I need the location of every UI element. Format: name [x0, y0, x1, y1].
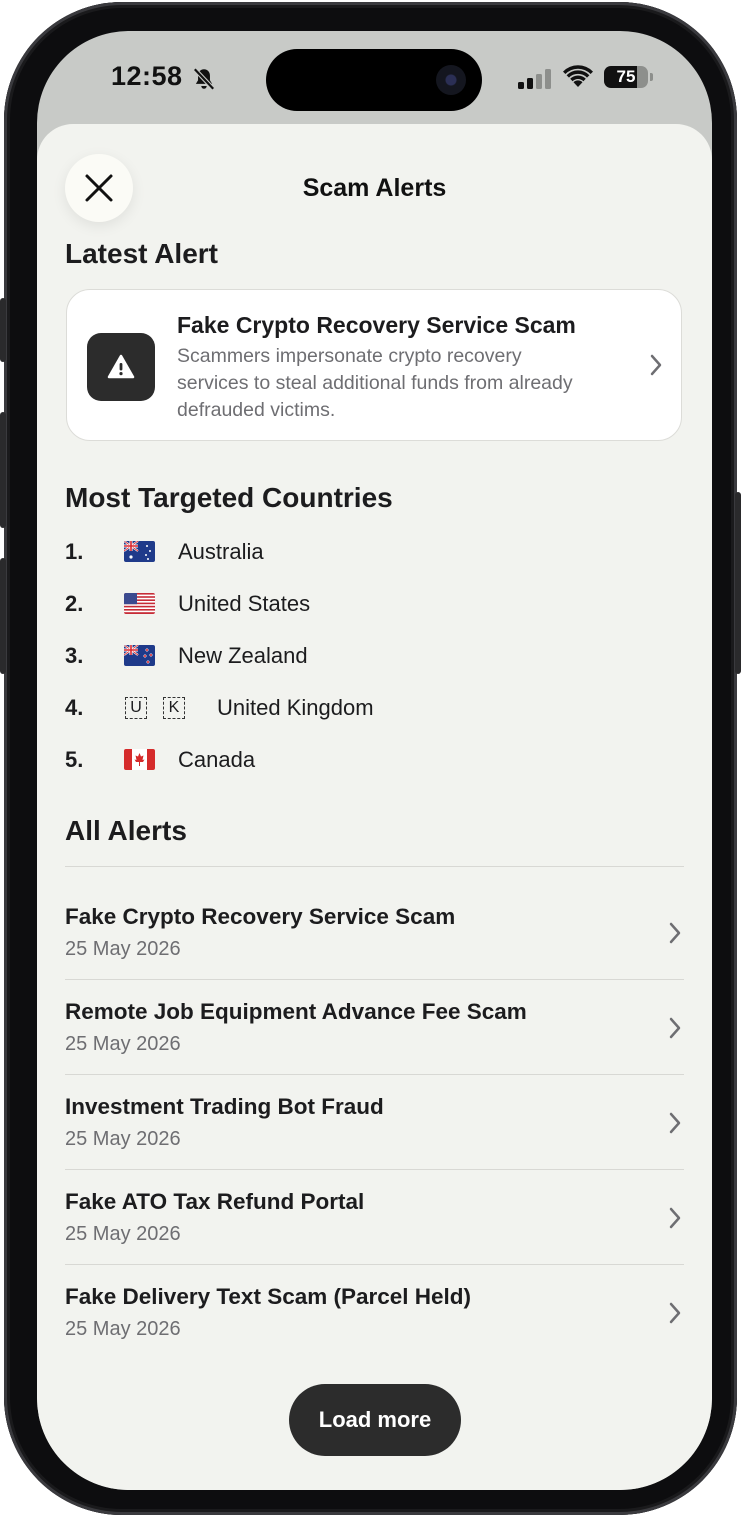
phone-frame: 12:58 75 Scam Alerts Latest Alert Fake C… — [0, 2, 741, 1515]
country-rank: 5. — [65, 747, 84, 772]
alert-title: Remote Job Equipment Advance Fee Scam — [65, 999, 527, 1024]
chevron-right-icon — [669, 1112, 681, 1134]
power-button — [735, 492, 741, 674]
country-name: Canada — [178, 747, 256, 772]
countries-heading: Most Targeted Countries — [65, 482, 393, 513]
status-bar: 12:58 75 — [37, 31, 712, 126]
volume-down-button — [0, 558, 6, 674]
battery-icon: 75 — [604, 66, 648, 88]
alert-list-item[interactable]: Investment Trading Bot Fraud 25 May 2026 — [65, 1094, 684, 1189]
camera-icon — [436, 65, 466, 95]
divider — [65, 866, 684, 867]
alert-title: Fake ATO Tax Refund Portal — [65, 1189, 365, 1214]
alert-list-item[interactable]: Fake ATO Tax Refund Portal 25 May 2026 — [65, 1189, 684, 1284]
alert-date: 25 May 2026 — [65, 1223, 181, 1245]
country-item: 2. United States — [65, 589, 465, 619]
country-item: 1. Australia — [65, 537, 465, 567]
country-name: Australia — [178, 539, 264, 564]
all-alerts-heading: All Alerts — [65, 815, 187, 846]
country-name: New Zealand — [178, 643, 308, 668]
latest-alert-heading: Latest Alert — [65, 238, 219, 269]
alert-date: 25 May 2026 — [65, 1318, 181, 1340]
regional-indicator-k: K — [163, 697, 185, 719]
divider — [65, 1264, 684, 1265]
alert-list-item[interactable]: Fake Delivery Text Scam (Parcel Held) 25… — [65, 1284, 684, 1379]
latest-alert-card[interactable]: Fake Crypto Recovery Service Scam Scamme… — [66, 289, 682, 441]
chevron-right-icon — [669, 1302, 681, 1324]
alert-title: Fake Crypto Recovery Service Scam — [65, 904, 456, 929]
divider — [65, 1169, 684, 1170]
country-item: 4. U K United Kingdom — [65, 693, 465, 723]
status-time: 12:58 — [111, 61, 183, 91]
latest-alert-description: Scammers impersonate crypto recovery ser… — [177, 345, 573, 421]
screen: 12:58 75 Scam Alerts Latest Alert Fake C… — [37, 31, 712, 1490]
flag-new-zealand-icon — [124, 645, 155, 666]
country-rank: 2. — [65, 591, 84, 616]
country-rank: 1. — [65, 539, 84, 564]
load-more-button[interactable]: Load more — [289, 1384, 461, 1456]
chevron-right-icon — [650, 354, 662, 376]
action-button — [0, 298, 6, 362]
divider — [65, 979, 684, 980]
regional-indicator-u: U — [125, 697, 147, 719]
flag-united-states-icon — [124, 593, 155, 614]
flag-australia-icon — [124, 541, 155, 562]
country-rank: 4. — [65, 695, 84, 720]
country-name: United Kingdom — [217, 695, 374, 720]
alert-date: 25 May 2026 — [65, 1033, 181, 1055]
flag-canada-icon — [124, 749, 155, 770]
bell-slash-icon — [193, 67, 215, 91]
alert-date: 25 May 2026 — [65, 1128, 181, 1150]
chevron-right-icon — [669, 1017, 681, 1039]
volume-up-button — [0, 412, 6, 528]
alert-list-item[interactable]: Fake Crypto Recovery Service Scam 25 May… — [65, 904, 684, 999]
dynamic-island — [266, 49, 482, 111]
warning-icon — [107, 354, 135, 379]
latest-alert-title: Fake Crypto Recovery Service Scam — [177, 312, 576, 338]
alert-list-item[interactable]: Remote Job Equipment Advance Fee Scam 25… — [65, 999, 684, 1094]
alert-title: Fake Delivery Text Scam (Parcel Held) — [65, 1284, 472, 1309]
battery-tip — [650, 73, 653, 81]
country-name: United States — [178, 591, 311, 616]
country-item: 5. Canada — [65, 745, 465, 775]
chevron-right-icon — [669, 922, 681, 944]
country-rank: 3. — [65, 643, 84, 668]
alert-title: Investment Trading Bot Fraud — [65, 1094, 384, 1119]
warning-icon-badge — [87, 333, 155, 401]
wifi-icon — [563, 65, 593, 87]
alert-date: 25 May 2026 — [65, 938, 181, 960]
scam-alerts-sheet: Scam Alerts Latest Alert Fake Crypto Rec… — [37, 124, 712, 1490]
chevron-right-icon — [669, 1207, 681, 1229]
country-item: 3. New Zealand — [65, 641, 465, 671]
sheet-title: Scam Alerts — [302, 174, 447, 202]
divider — [65, 1074, 684, 1075]
cellular-signal-icon — [518, 69, 551, 89]
